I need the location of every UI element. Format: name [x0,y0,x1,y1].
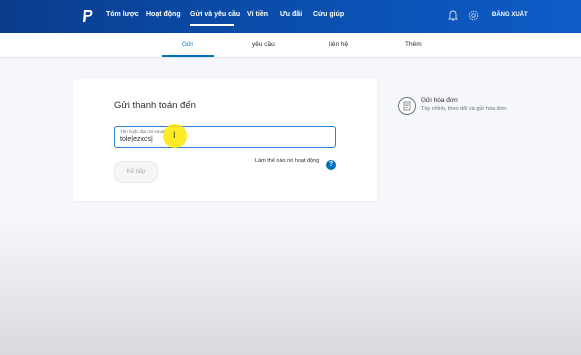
send-payment-card: Gửi thanh toán đến Tên hoặc địa chỉ emai… [73,79,377,201]
nav-send-request[interactable]: Gửi và yêu cầu [190,11,240,18]
page-title: Gửi thanh toán đến [114,100,196,111]
tab-send[interactable]: Gửi [182,41,193,48]
nav-active-indicator [190,24,234,26]
nav-wallet[interactable]: Ví tiền [247,11,268,18]
invoice-icon[interactable] [398,97,416,115]
bell-icon[interactable] [447,10,459,22]
nav-summary[interactable]: Tóm lược [106,11,139,18]
question-icon[interactable]: ? [326,160,336,170]
nav-activity[interactable]: Hoạt động [146,11,181,18]
how-it-works-link[interactable]: Làm thế nào nó hoạt động [255,158,319,164]
text-cursor-icon: I [173,130,176,140]
logout-link[interactable]: ĐĂNG XUẤT [492,12,528,18]
recipient-input-value[interactable]: tole|ezxcs| [120,136,153,143]
tab-more[interactable]: Thêm [405,41,422,48]
paypal-logo-icon[interactable] [82,9,94,24]
nav-help[interactable]: Cứu giúp [313,11,344,18]
next-button[interactable]: Kế tiếp [114,161,158,183]
top-navigation-bar: Tóm lược Hoạt động Gửi và yêu cầu Ví tiề… [0,0,581,33]
tab-contacts[interactable]: liên hệ [329,41,348,48]
recipient-input-label: Tên hoặc địa chỉ email [120,129,166,134]
tab-active-underline [162,55,214,57]
nav-offers[interactable]: Ưu đãi [280,11,302,18]
sub-navigation: Gửi yêu cầu liên hệ Thêm [0,33,581,58]
tab-request[interactable]: yêu cầu [252,41,275,48]
send-invoice-link[interactable]: Gửi hóa đơn [421,97,458,104]
gear-icon[interactable] [467,9,480,22]
send-invoice-description: Tùy chỉnh, theo dõi và gửi hóa đơn. [421,106,508,112]
recipient-input[interactable]: Tên hoặc địa chỉ email tole|ezxcs| [114,126,336,148]
